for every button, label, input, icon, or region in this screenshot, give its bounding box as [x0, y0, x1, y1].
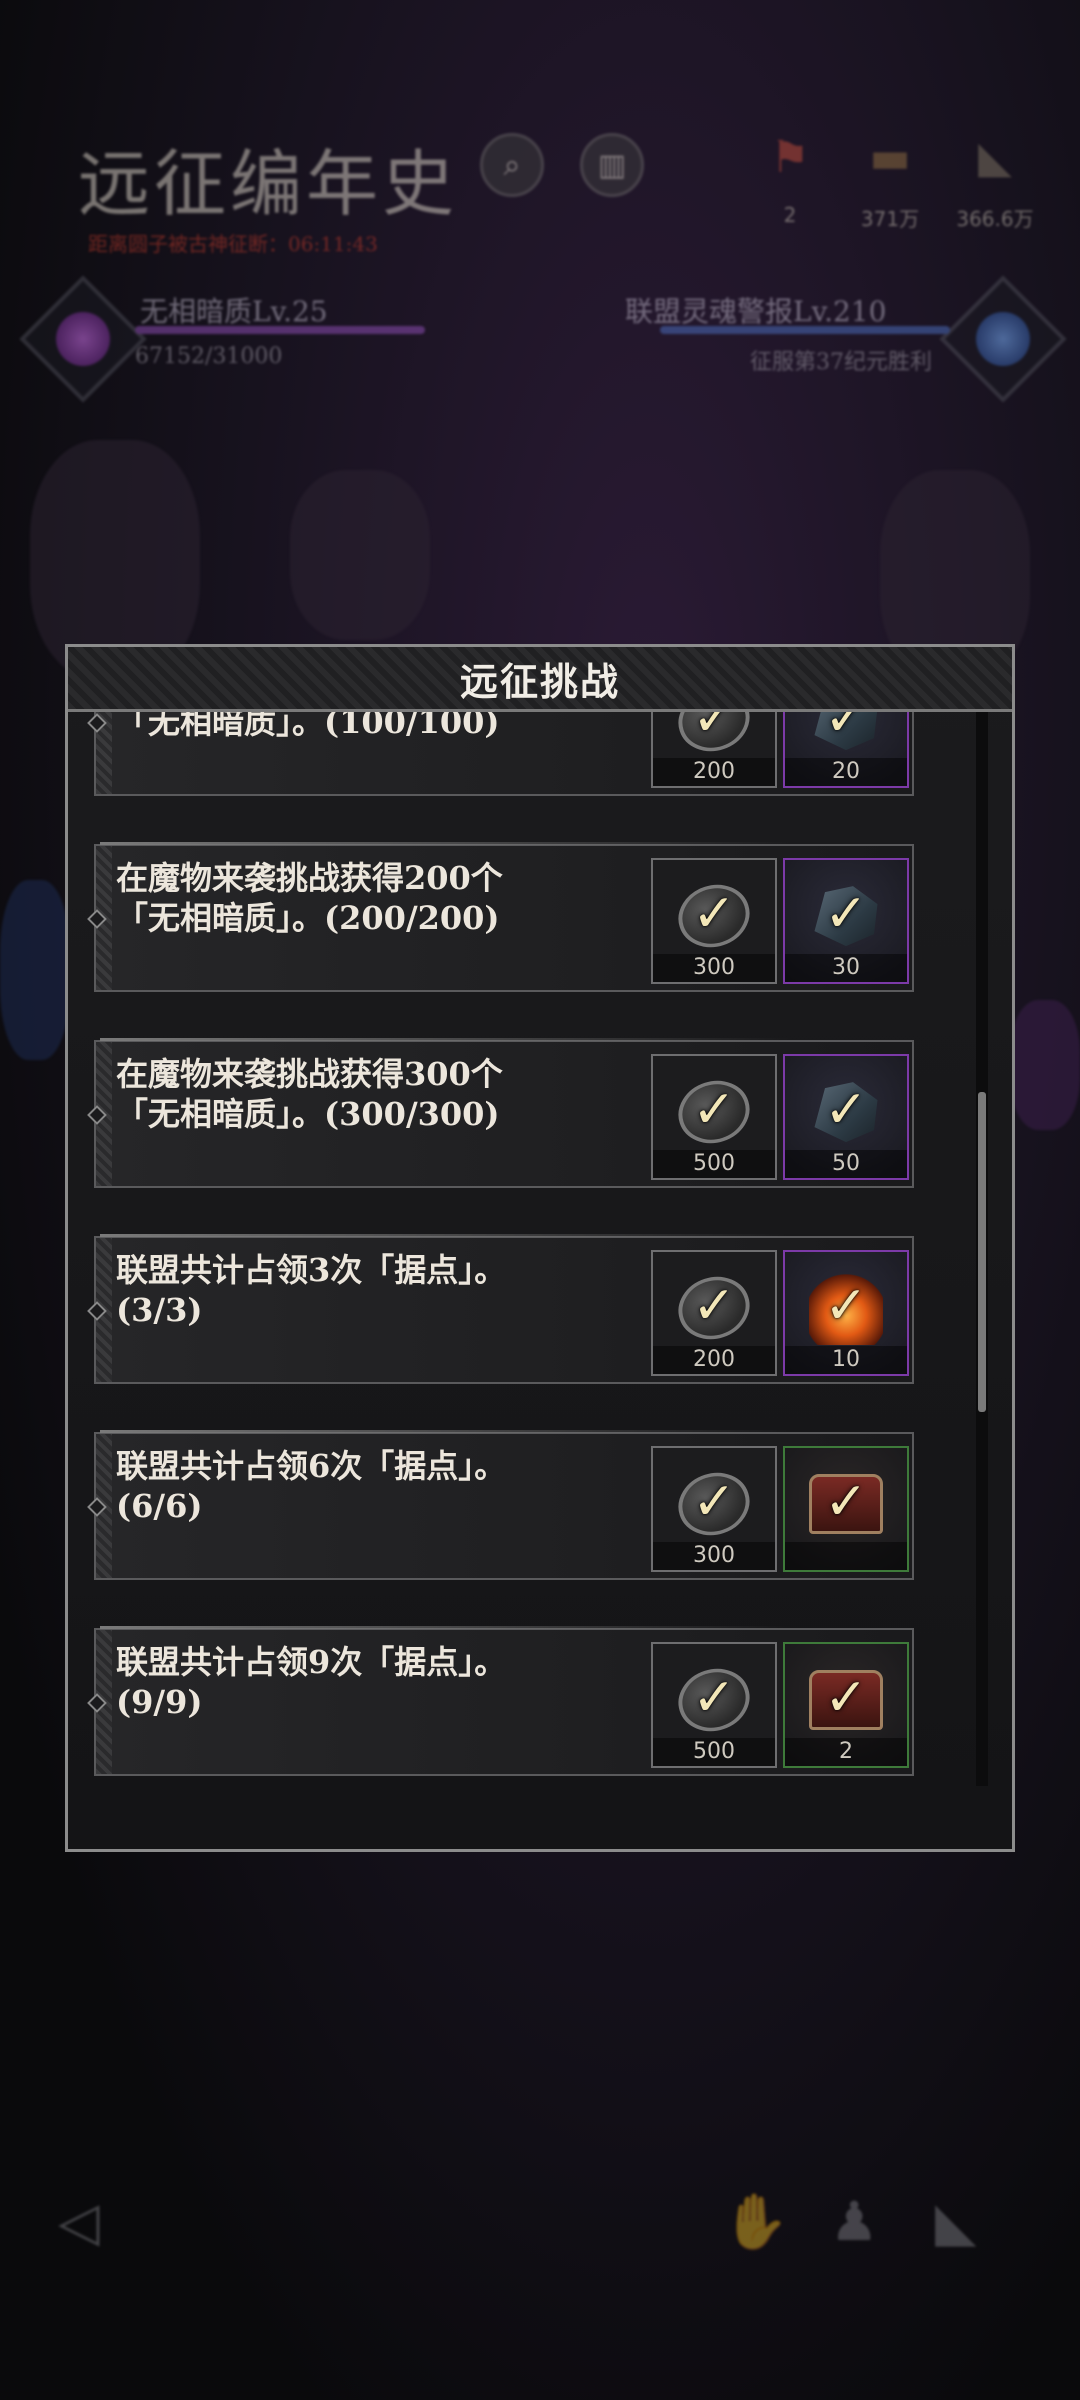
task-row: 联盟共计占领9次「据点」。(9/9) ✓ 500 ✓ 2 — [87, 1626, 914, 1776]
resource-flag: ⚑ 2 — [745, 130, 835, 227]
search-icon[interactable]: ⌕ — [480, 133, 544, 197]
task-row: 在魔物来袭挑战获得200个「无相暗质」。(200/200) ✓ 300 ✓ 30 — [87, 842, 914, 992]
task-description: 在魔物来袭挑战获得100个「无相暗质」。(100/100) — [116, 712, 500, 741]
reward-slot-primary[interactable]: ✓ 500 — [651, 1054, 777, 1180]
task-bullet — [87, 1105, 107, 1125]
check-icon: ✓ — [692, 1079, 736, 1140]
reward-slot-secondary[interactable]: ✓ — [783, 1446, 909, 1572]
task-bullet — [87, 909, 107, 929]
reward-count: 200 — [653, 758, 775, 786]
right-level-bar — [660, 326, 950, 334]
reward-count: 30 — [785, 954, 907, 982]
reward-slot-primary[interactable]: ✓ 500 — [651, 1642, 777, 1768]
reward-count: 200 — [653, 1346, 775, 1374]
check-icon: ✓ — [692, 1667, 736, 1728]
reward-count: 500 — [653, 1150, 775, 1178]
reward-count: 2 — [785, 1738, 907, 1766]
countdown-text: 距离圆子被古神征断：06:11:43 — [88, 232, 378, 256]
right-level-label: 联盟灵魂警报Lv.210 — [625, 295, 887, 328]
book-icon[interactable]: ▥ — [580, 133, 644, 197]
task-list[interactable]: 在魔物来袭挑战获得100个「无相暗质」。(100/100) ✓ 200 ✓ 20… — [68, 712, 998, 1786]
reward-slot-secondary[interactable]: ✓ 50 — [783, 1054, 909, 1180]
reward-count: 20 — [785, 758, 907, 786]
task-bullet — [87, 713, 107, 733]
background-rock — [290, 470, 430, 640]
task-description: 联盟共计占领6次「据点」。(6/6) — [116, 1447, 507, 1525]
left-level-bar — [135, 326, 425, 334]
resource-scroll: ▬ 371万 — [845, 130, 935, 232]
boot-icon[interactable]: ◣ — [935, 2190, 977, 2253]
check-icon: ✓ — [824, 883, 868, 944]
scrollbar-thumb[interactable] — [978, 1092, 986, 1412]
task-row: 在魔物来袭挑战获得300个「无相暗质」。(300/300) ✓ 500 ✓ 50 — [87, 1038, 914, 1188]
task-description: 联盟共计占领3次「据点」。(3/3) — [116, 1251, 507, 1329]
reward-slot-secondary[interactable]: ✓ 30 — [783, 858, 909, 984]
task-description: 联盟共计占领9次「据点」。(9/9) — [116, 1643, 507, 1721]
check-icon: ✓ — [824, 1471, 868, 1532]
check-icon: ✓ — [692, 712, 736, 748]
scrollbar[interactable] — [976, 712, 988, 1786]
reward-slot-primary[interactable]: ✓ 200 — [651, 1250, 777, 1376]
reward-slot-secondary[interactable]: ✓ 10 — [783, 1250, 909, 1376]
task-row: 在魔物来袭挑战获得100个「无相暗质」。(100/100) ✓ 200 ✓ 20 — [87, 712, 914, 796]
reward-count: 300 — [653, 954, 775, 982]
scroll-icon: ▬ — [869, 132, 911, 183]
task-bullet — [87, 1301, 107, 1321]
reward-slot-secondary[interactable]: ✓ 2 — [783, 1642, 909, 1768]
boot-icon: ◣ — [978, 132, 1012, 183]
expedition-challenge-dialog: 远征挑战 在魔物来袭挑战获得100个「无相暗质」。(100/100) ✓ 200… — [65, 644, 1015, 1852]
figure-icon[interactable]: ♟ — [830, 2190, 878, 2253]
task-row: 联盟共计占领6次「据点」。(6/6) ✓ 300 ✓ — [87, 1430, 914, 1580]
task-bullet — [87, 1497, 107, 1517]
task-row: 联盟共计占领3次「据点」。(3/3) ✓ 200 ✓ 10 — [87, 1234, 914, 1384]
check-icon: ✓ — [692, 1471, 736, 1532]
task-description: 在魔物来袭挑战获得300个「无相暗质」。(300/300) — [116, 1055, 503, 1133]
reward-count: 10 — [785, 1346, 907, 1374]
reward-count: 300 — [653, 1542, 775, 1570]
check-icon: ✓ — [824, 1667, 868, 1728]
check-icon: ✓ — [824, 1275, 868, 1336]
reward-count: 500 — [653, 1738, 775, 1766]
background-rock — [1010, 1000, 1080, 1130]
left-level-value: 67152/31000 — [135, 344, 283, 369]
resource-boot: ◣ 366.6万 — [950, 130, 1040, 232]
reward-slot-primary[interactable]: ✓ 300 — [651, 858, 777, 984]
background-rock — [0, 880, 70, 1060]
left-level-label: 无相暗质Lv.25 — [140, 295, 328, 328]
back-arrow-icon[interactable]: ◁ — [58, 2190, 100, 2253]
dialog-header: 远征挑战 — [68, 647, 1012, 712]
reward-count — [785, 1542, 907, 1570]
reward-slot-secondary[interactable]: ✓ 20 — [783, 712, 909, 788]
reward-count: 50 — [785, 1150, 907, 1178]
task-bullet — [87, 1693, 107, 1713]
check-icon: ✓ — [824, 712, 868, 748]
check-icon: ✓ — [692, 1275, 736, 1336]
hand-icon[interactable]: ✋ — [722, 2190, 789, 2254]
task-description: 在魔物来袭挑战获得200个「无相暗质」。(200/200) — [116, 859, 503, 937]
dialog-title: 远征挑战 — [459, 658, 620, 704]
reward-slot-primary[interactable]: ✓ 300 — [651, 1446, 777, 1572]
dark-matter-gem-icon — [19, 275, 147, 403]
check-icon: ✓ — [824, 1079, 868, 1140]
right-level-value: 征服第37纪元胜利 — [750, 350, 932, 375]
chronicle-title: 远征编年史 — [78, 142, 459, 226]
flag-icon: ⚑ — [770, 132, 810, 183]
soul-alarm-gem-icon — [939, 275, 1067, 403]
reward-slot-primary[interactable]: ✓ 200 — [651, 712, 777, 788]
check-icon: ✓ — [692, 883, 736, 944]
